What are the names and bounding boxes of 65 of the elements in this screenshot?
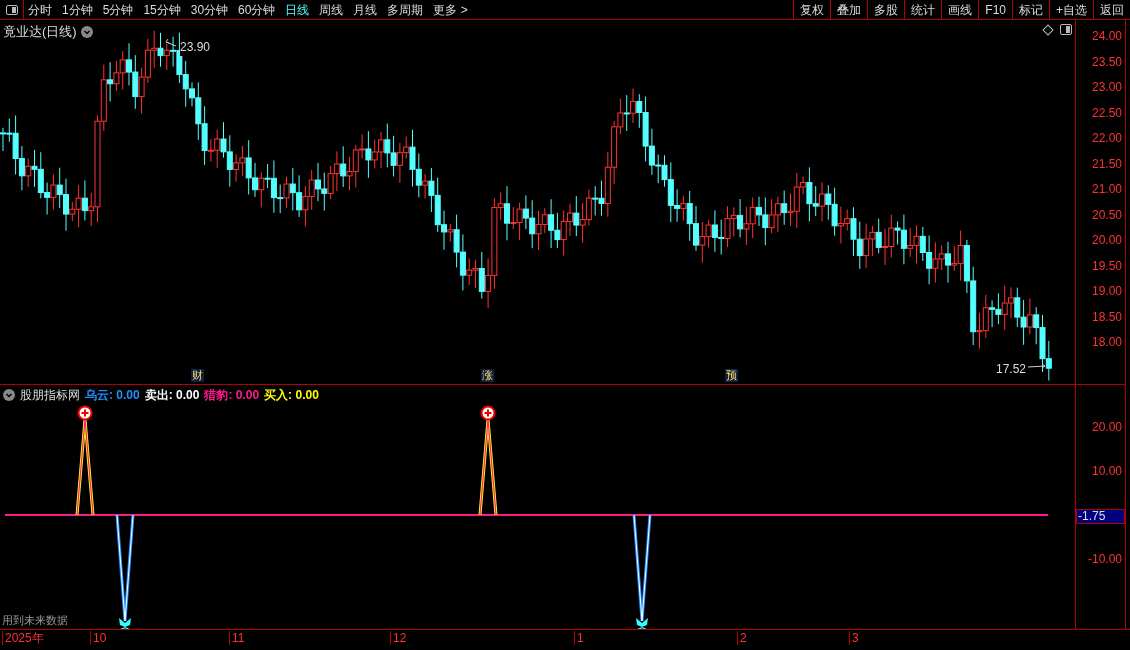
plus-circle-icon — [77, 405, 93, 421]
period-tab[interactable]: 1分钟 — [62, 0, 93, 19]
indicator-axis-label: -1.75 — [1076, 509, 1125, 524]
event-marker[interactable]: 预 — [725, 369, 738, 382]
indicator-value: 猎豹: 0.00 — [204, 387, 260, 404]
indicator-axis-label: 20.00 — [1091, 421, 1122, 434]
period-tab[interactable]: 60分钟 — [238, 0, 276, 19]
date-axis-label: 2 — [737, 631, 747, 645]
indicator-axis-label: 10.00 — [1091, 465, 1122, 478]
future-data-note: 用到未来数据 — [2, 613, 68, 628]
plus-circle-icon — [480, 405, 496, 421]
price-axis-label: 21.50 — [1091, 157, 1122, 170]
date-axis-label: 2025年 — [2, 631, 44, 645]
period-tab[interactable]: 月线 — [353, 0, 378, 19]
panel-toggle-icon[interactable] — [1060, 24, 1072, 35]
period-tab[interactable]: 分时 — [28, 0, 52, 19]
panel-toggle-icon[interactable] — [5, 4, 18, 15]
toolbar-button[interactable]: 画线 — [941, 0, 979, 19]
date-axis-label: 12 — [390, 631, 407, 645]
toolbar-button[interactable]: +自选 — [1049, 0, 1093, 19]
event-marker[interactable]: 财 — [191, 369, 204, 382]
indicator-value: 乌云: 0.00 — [85, 387, 140, 404]
chart-title: 竟业达(日线) — [3, 22, 77, 42]
date-axis-label: 1 — [574, 631, 584, 645]
period-tab[interactable]: 5分钟 — [102, 0, 134, 19]
date-axis-label: 11 — [229, 631, 245, 645]
price-axis-label: 19.50 — [1091, 259, 1122, 272]
high-arrow-icon — [165, 38, 177, 47]
period-tab[interactable]: 30分钟 — [190, 0, 229, 19]
period-tab[interactable]: 周线 — [319, 0, 344, 19]
price-axis-label: 22.00 — [1091, 132, 1122, 144]
price-axis-label: 24.00 — [1091, 30, 1122, 42]
price-axis-label: 18.00 — [1091, 336, 1122, 348]
event-marker[interactable]: 涨 — [481, 369, 494, 382]
period-tab[interactable]: 更多 > — [433, 0, 468, 19]
dropdown-icon[interactable] — [80, 25, 93, 38]
price-axis-label: 19.00 — [1091, 285, 1122, 297]
toolbar-button[interactable]: 叠加 — [830, 0, 868, 19]
price-axis-label: 20.00 — [1091, 234, 1122, 246]
price-axis-label: 23.50 — [1091, 55, 1122, 68]
indicator-name: 股朋指标网 — [20, 387, 80, 404]
butterfly-icon — [119, 618, 131, 629]
indicator-value: 卖出: 0.00 — [144, 387, 200, 404]
toolbar-button[interactable]: 标记 — [1012, 0, 1049, 19]
indicator-axis-label: -10.00 — [1087, 553, 1122, 566]
low-arrow-icon — [1027, 363, 1046, 369]
toolbar-button[interactable]: 统计 — [904, 0, 942, 19]
toolbar-button[interactable]: 返回 — [1093, 0, 1130, 19]
indicator-value: 买入: 0.00 — [264, 387, 319, 404]
low-price-label: 17.52 — [996, 361, 1027, 378]
toolbar-button[interactable]: F10 — [978, 0, 1012, 19]
period-tab[interactable]: 15分钟 — [143, 0, 181, 19]
date-axis-label: 10 — [90, 631, 107, 645]
price-axis-label: 21.00 — [1091, 183, 1122, 195]
period-tab[interactable]: 多周期 — [387, 0, 424, 19]
price-axis-label: 22.50 — [1091, 106, 1122, 119]
date-axis-label: 3 — [849, 631, 859, 645]
price-axis-label: 20.50 — [1091, 208, 1122, 221]
toolbar-button[interactable]: 复权 — [793, 0, 831, 19]
toolbar-button[interactable]: 多股 — [867, 0, 905, 19]
period-tab[interactable]: 日线 — [285, 0, 310, 19]
price-axis-label: 18.50 — [1091, 310, 1122, 323]
dropdown-icon[interactable] — [3, 389, 15, 401]
butterfly-icon — [636, 618, 648, 629]
price-axis-label: 23.00 — [1091, 81, 1122, 93]
